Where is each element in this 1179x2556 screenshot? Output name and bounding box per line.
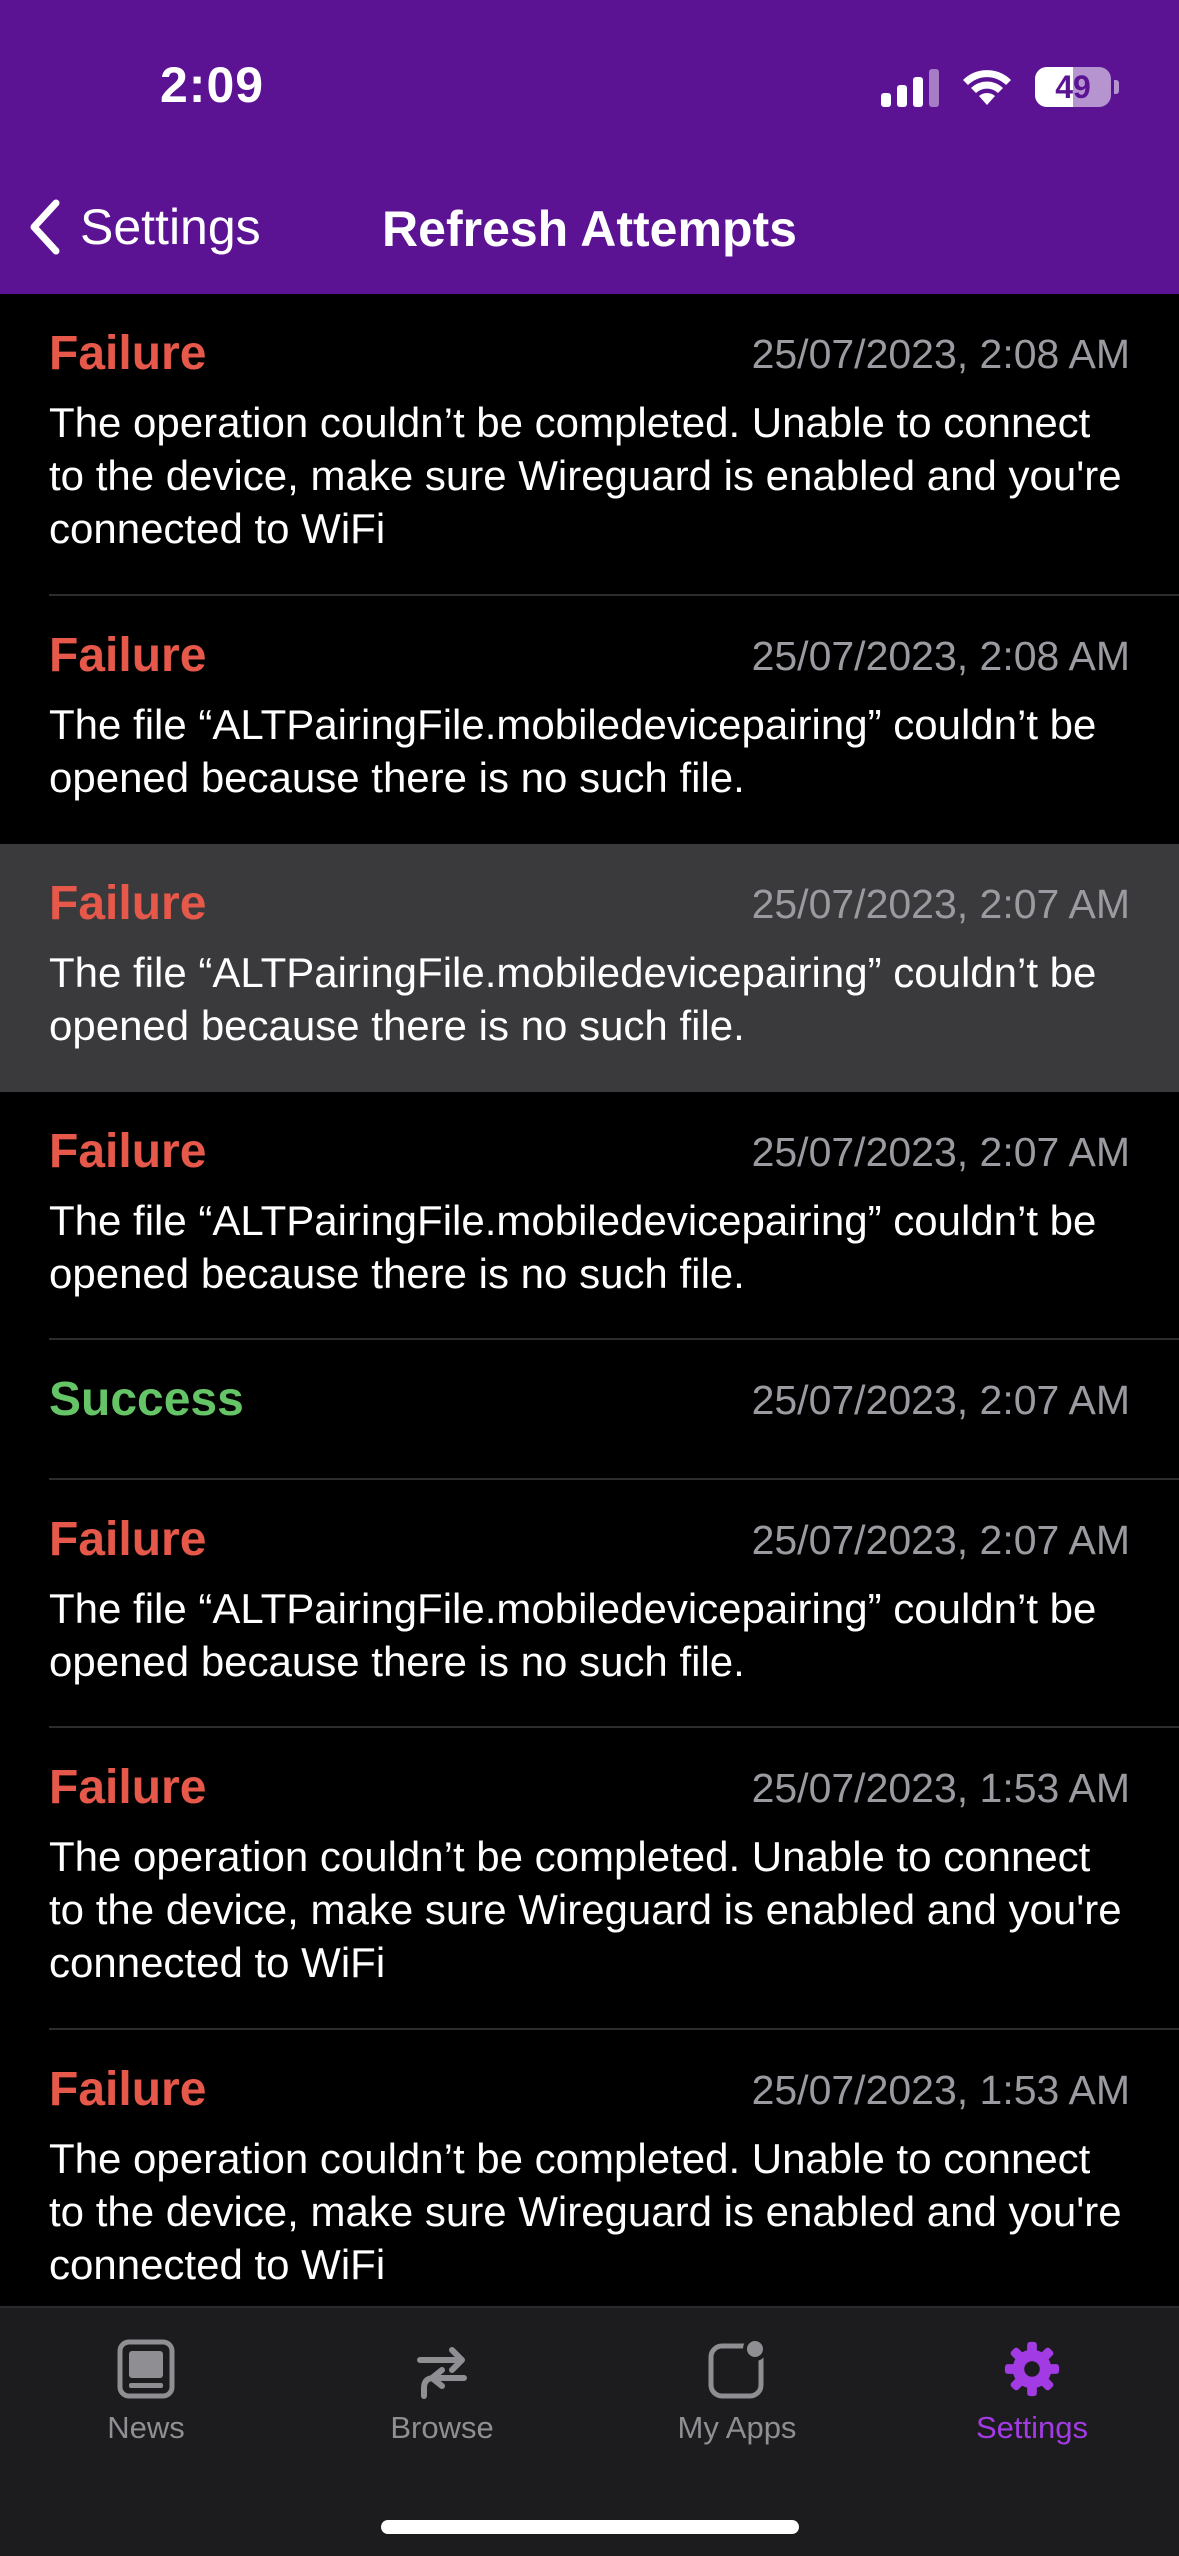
tab-settings[interactable]: Settings (932, 2338, 1132, 2446)
list-item[interactable]: Failure 25/07/2023, 1:53 AM The operatio… (0, 1728, 1179, 2030)
browse-icon (417, 2347, 467, 2399)
list-item[interactable]: Failure 25/07/2023, 2:08 AM The file “AL… (0, 596, 1179, 844)
timestamp: 25/07/2023, 1:53 AM (751, 2067, 1130, 2113)
list-item[interactable]: Success 25/07/2023, 2:07 AM (0, 1340, 1179, 1480)
tab-label: My Apps (677, 2410, 797, 2445)
timestamp: 25/07/2023, 2:07 AM (751, 1517, 1130, 1563)
tab-news[interactable]: News (46, 2338, 246, 2446)
timestamp: 25/07/2023, 2:07 AM (751, 1377, 1130, 1423)
home-indicator (381, 2520, 799, 2534)
message: The operation couldn’t be completed. Una… (49, 1833, 1122, 1986)
list-item[interactable]: Failure 25/07/2023, 2:07 AM The file “AL… (0, 1480, 1179, 1728)
list-item[interactable]: Failure 25/07/2023, 2:07 AM The file “AL… (0, 844, 1179, 1092)
timestamp: 25/07/2023, 2:07 AM (751, 881, 1130, 927)
battery-icon: 49 (1035, 67, 1111, 107)
status-icons: 49 (881, 62, 1119, 112)
cellular-signal-icon (881, 67, 939, 107)
header: 2:09 49 Settings Refresh Attempts (0, 0, 1179, 294)
refresh-attempts-list: Failure 25/07/2023, 2:08 AM The operatio… (0, 294, 1179, 2306)
tab-label: News (107, 2410, 185, 2445)
list-item[interactable]: Failure 25/07/2023, 2:08 AM The operatio… (0, 294, 1179, 596)
message: The file “ALTPairingFile.mobiledevicepai… (49, 1585, 1097, 1685)
timestamp: 25/07/2023, 2:07 AM (751, 1129, 1130, 1175)
news-icon (117, 2339, 175, 2399)
message: The file “ALTPairingFile.mobiledevicepai… (49, 701, 1097, 801)
timestamp: 25/07/2023, 2:08 AM (751, 331, 1130, 377)
timestamp: 25/07/2023, 2:08 AM (751, 633, 1130, 679)
tab-browse[interactable]: Browse (342, 2338, 542, 2446)
tab-my-apps[interactable]: My Apps (637, 2338, 837, 2446)
nav-bar: Settings Refresh Attempts (0, 184, 1179, 274)
gear-icon (1004, 2341, 1060, 2397)
message: The file “ALTPairingFile.mobiledevicepai… (49, 1197, 1097, 1297)
page-title: Refresh Attempts (382, 201, 797, 257)
list-item[interactable]: Failure 25/07/2023, 2:07 AM The file “AL… (0, 1092, 1179, 1340)
timestamp: 25/07/2023, 1:53 AM (751, 1765, 1130, 1811)
my-apps-icon (708, 2338, 767, 2399)
message: The operation couldn’t be completed. Una… (49, 2135, 1122, 2288)
tab-label: Settings (975, 2410, 1088, 2445)
message: The operation couldn’t be completed. Una… (49, 399, 1122, 552)
message: The file “ALTPairingFile.mobiledevicepai… (49, 949, 1097, 1049)
tab-label: Browse (390, 2410, 494, 2445)
tab-bar: News Browse My Apps Settings (0, 2306, 1179, 2556)
list-item[interactable]: Failure 25/07/2023, 1:53 AM The operatio… (0, 2030, 1179, 2306)
wifi-icon (961, 67, 1013, 107)
battery-level: 49 (1055, 68, 1091, 105)
status-time: 2:09 (160, 57, 265, 113)
